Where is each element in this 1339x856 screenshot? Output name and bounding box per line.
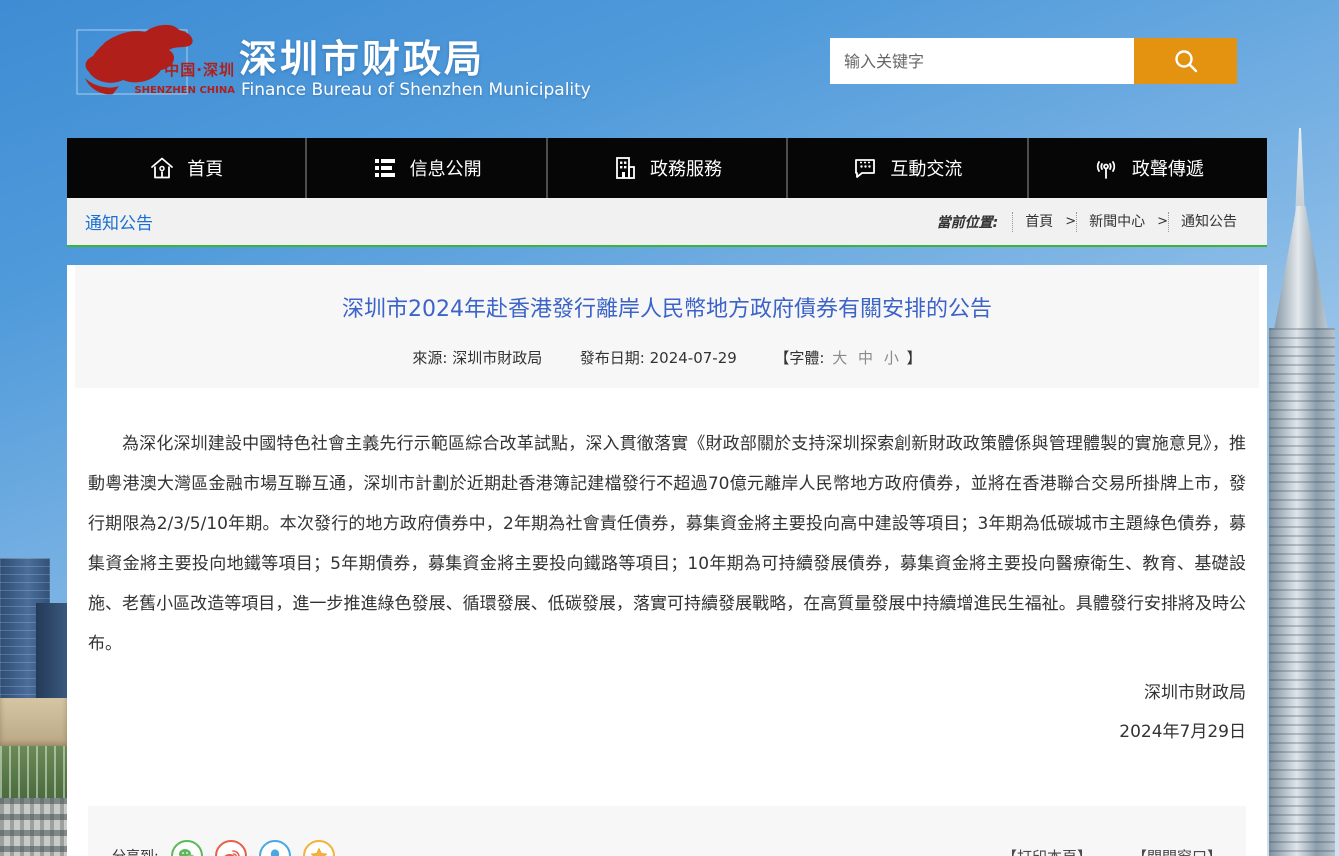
site-subtitle: Finance Bureau of Shenzhen Municipality [241,80,591,100]
nav-label: 首頁 [187,155,223,181]
font-size-small-button[interactable]: 小 [881,349,902,367]
font-size-medium-button[interactable]: 中 [855,349,876,367]
qq-icon [265,846,285,856]
main-nav: 首頁 信息公開 政務服務 [67,138,1267,198]
article-body: 為深化深圳建設中國特色社會主義先行示範區綜合改革試點，深入貫徹落實《財政部關於支… [88,424,1246,664]
share-row: 分享到: [112,840,335,856]
publish-date-value: 2024-07-29 [650,349,737,367]
main-column: 中国·深圳 SHENZHEN CHINA 深圳市财政局 Finance Bure… [67,0,1267,856]
logo-text-en: SHENZHEN CHINA [134,85,235,96]
nav-item-interaction[interactable]: 互動交流 [788,138,1028,198]
nav-label: 信息公開 [410,155,482,181]
wechat-share-button[interactable] [171,840,203,856]
site-title: 深圳市财政局 [239,28,485,83]
building-icon [612,155,638,181]
article-panel: 深圳市2024年赴香港發行離岸人民幣地方政府債券有關安排的公告 來源: 深圳市財… [67,265,1267,856]
nav-item-policy-voice[interactable]: 政聲傳遞 [1029,138,1267,198]
nav-label: 互動交流 [890,155,962,181]
breadcrumb-link-notices[interactable]: 通知公告 [1168,212,1249,232]
qq-share-button[interactable] [259,840,291,856]
window-actions: 【打印本頁】 【關閉窗口】 [1002,846,1222,856]
article-sign-date: 2024年7月29日 [88,717,1246,742]
breadcrumb-separator: > [1157,214,1168,229]
home-icon [149,155,175,181]
list-icon [372,155,398,181]
share-label: 分享到: [112,846,159,856]
nav-label: 政聲傳遞 [1132,155,1204,181]
site-header: 中国·深圳 SHENZHEN CHINA 深圳市财政局 Finance Bure… [67,0,1267,138]
search-icon [1172,47,1200,75]
background-skyscraper [1267,128,1339,856]
source-value: 深圳市財政局 [452,349,542,367]
close-window-button[interactable]: 【關閉窗口】 [1132,846,1222,856]
wechat-icon [177,846,197,856]
nav-item-home[interactable]: 首頁 [67,138,307,198]
nav-item-info-disclosure[interactable]: 信息公開 [307,138,547,198]
article-signature: 深圳市財政局 [88,678,1246,703]
breadcrumb-bar: 通知公告 當前位置: 首頁 > 新聞中心 > 通知公告 [67,198,1267,247]
article-title: 深圳市2024年赴香港發行離岸人民幣地方政府債券有關安排的公告 [105,291,1229,323]
breadcrumb-link-home[interactable]: 首頁 [1012,212,1065,232]
background-skyline [0,548,67,856]
current-location-label: 當前位置: [937,212,999,232]
broadcast-icon [1092,154,1120,182]
search-button[interactable] [1134,38,1237,84]
nav-label: 政務服務 [650,155,722,181]
logo-text-cn: 中国·深圳 [164,59,235,80]
article-meta: 來源: 深圳市財政局 發布日期: 2024-07-29 【字體: 大 中 小 】 [105,347,1229,368]
article-header: 深圳市2024年赴香港發行離岸人民幣地方政府債券有關安排的公告 來源: 深圳市財… [75,265,1259,388]
breadcrumb-link-news-center[interactable]: 新聞中心 [1076,212,1157,232]
nav-item-gov-services[interactable]: 政務服務 [548,138,788,198]
weibo-share-button[interactable] [215,840,247,856]
breadcrumb-separator: > [1065,214,1076,229]
font-size-close: 】 [907,349,922,367]
weibo-icon [221,846,241,856]
qzone-star-icon [309,846,329,856]
source-label: 來源: [412,349,447,367]
search-input[interactable] [830,38,1134,84]
print-page-button[interactable]: 【打印本頁】 [1002,846,1092,856]
qzone-share-button[interactable] [303,840,335,856]
publish-date-label: 發布日期: [580,349,645,367]
section-title-link[interactable]: 通知公告 [85,209,153,234]
page: 中国·深圳 SHENZHEN CHINA 深圳市财政局 Finance Bure… [0,0,1339,856]
article-footer-bar: 分享到: [88,806,1246,856]
shenzhen-logo[interactable]: 中国·深圳 SHENZHEN CHINA [75,16,237,102]
search-bar [830,38,1237,84]
chat-icon [852,155,878,181]
font-size-open: 【字體: [774,349,824,367]
font-size-large-button[interactable]: 大 [829,349,850,367]
breadcrumb: 當前位置: 首頁 > 新聞中心 > 通知公告 [937,212,1249,232]
